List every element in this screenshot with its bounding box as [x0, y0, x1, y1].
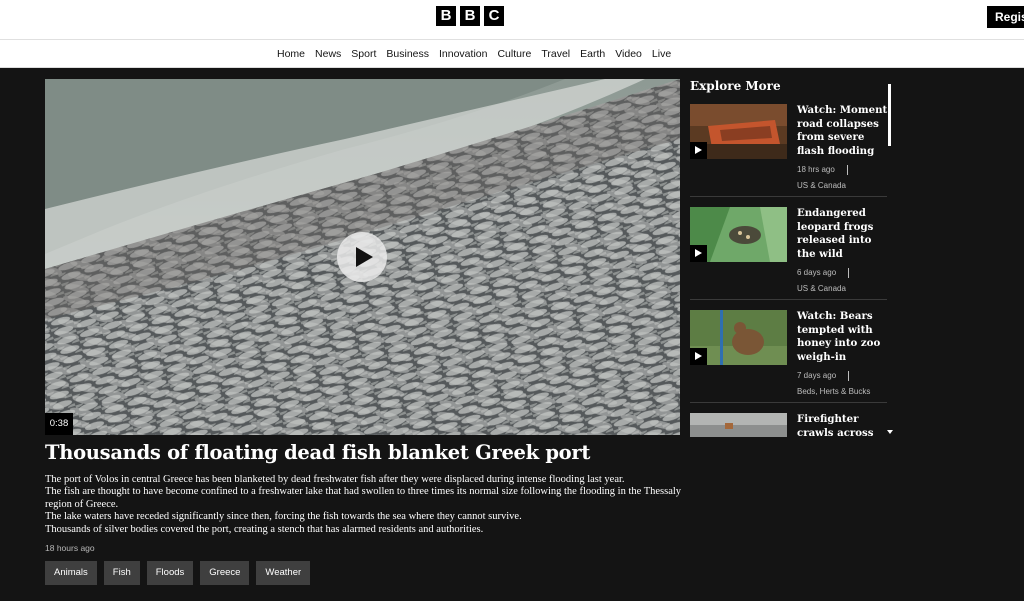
card-title[interactable]: Firefighter crawls across: [797, 413, 887, 437]
tag-floods[interactable]: Floods: [146, 561, 194, 585]
card-category: Beds, Herts & Bucks: [797, 387, 871, 396]
nav-sport[interactable]: Sport: [346, 40, 381, 68]
explore-card[interactable]: Endangered leopard frogs released into t…: [690, 207, 889, 300]
explore-card[interactable]: Watch: Moment road collapses from severe…: [690, 104, 889, 197]
tag-animals[interactable]: Animals: [45, 561, 97, 585]
nav-video[interactable]: Video: [610, 40, 647, 68]
explore-more-heading: Explore More: [690, 79, 781, 93]
scroll-down-arrow-icon[interactable]: [887, 430, 893, 434]
play-icon: [690, 142, 707, 159]
card-category: US & Canada: [797, 181, 846, 190]
nav-live[interactable]: Live: [647, 40, 676, 68]
article-paragraph: The lake waters have receded significant…: [45, 511, 522, 523]
article-headline: Thousands of floating dead fish blanket …: [45, 441, 591, 464]
play-icon: [690, 245, 707, 262]
main-nav: Home News Sport Business Innovation Cult…: [0, 40, 1024, 68]
card-title[interactable]: Watch: Moment road collapses from severe…: [797, 104, 889, 158]
card-title[interactable]: Endangered leopard frogs released into t…: [797, 207, 889, 261]
article-timestamp: 18 hours ago: [45, 543, 95, 553]
nav-earth[interactable]: Earth: [575, 40, 610, 68]
nav-news[interactable]: News: [310, 40, 346, 68]
card-thumbnail: [690, 104, 787, 159]
topic-tags: Animals Fish Floods Greece Weather: [45, 561, 311, 585]
play-icon: [690, 348, 707, 365]
nav-home[interactable]: Home: [272, 40, 310, 68]
card-divider: [690, 196, 887, 197]
card-time: 6 days ago: [797, 268, 850, 278]
explore-card[interactable]: Firefighter crawls across: [690, 413, 887, 437]
logo-letter-b2: B: [460, 6, 480, 26]
card-time: 7 days ago: [797, 371, 850, 381]
card-thumbnail: [690, 310, 787, 365]
article-paragraph: Thousands of silver bodies covered the p…: [45, 523, 484, 535]
card-divider: [690, 402, 887, 403]
nav-travel[interactable]: Travel: [536, 40, 575, 68]
card-title[interactable]: Watch: Bears tempted with honey into zoo…: [797, 310, 889, 364]
play-button-icon[interactable]: [337, 232, 387, 282]
article-paragraph: The port of Volos in central Greece has …: [45, 474, 625, 485]
nav-business[interactable]: Business: [381, 40, 434, 68]
card-category: US & Canada: [797, 284, 846, 293]
top-header: B B C Regis: [0, 0, 1024, 40]
explore-card[interactable]: Watch: Bears tempted with honey into zoo…: [690, 310, 889, 403]
video-duration: 0:38: [45, 413, 73, 435]
tag-weather[interactable]: Weather: [256, 561, 311, 585]
tag-fish[interactable]: Fish: [103, 561, 140, 585]
article-body: The port of Volos in central Greece has …: [45, 474, 685, 536]
tag-greece[interactable]: Greece: [200, 561, 250, 585]
register-button[interactable]: Regis: [987, 6, 1024, 28]
logo-letter-c: C: [484, 6, 504, 26]
article-paragraph: The fish are thought to have become conf…: [45, 486, 682, 510]
nav-innovation[interactable]: Innovation: [434, 40, 492, 68]
card-divider: [690, 299, 887, 300]
nav-culture[interactable]: Culture: [492, 40, 536, 68]
card-thumbnail: [690, 413, 787, 437]
logo-letter-b1: B: [436, 6, 456, 26]
card-time: 18 hrs ago: [797, 165, 848, 175]
video-player[interactable]: 0:38: [45, 79, 680, 435]
bbc-logo[interactable]: B B C: [436, 6, 504, 26]
card-thumbnail: [690, 207, 787, 262]
